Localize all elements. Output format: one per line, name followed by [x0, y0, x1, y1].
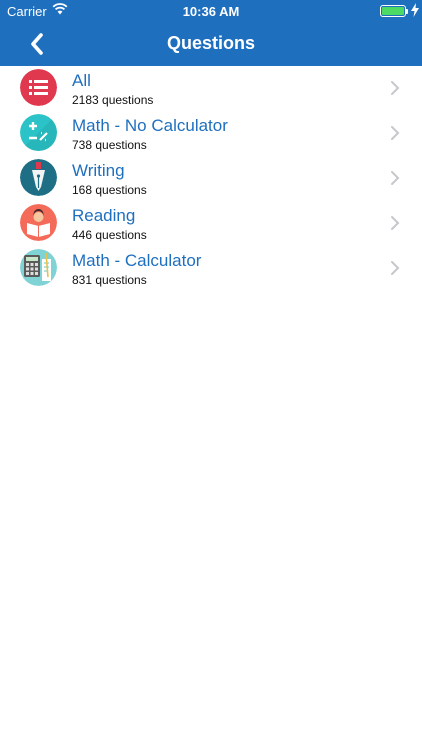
chevron-right-icon [391, 216, 400, 230]
status-bar: Carrier 10:36 AM [0, 0, 422, 22]
item-count: 168 questions [72, 183, 147, 197]
list-item-reading[interactable]: Reading 446 questions [0, 201, 422, 246]
list-item-math-calculator[interactable]: Math - Calculator 831 questions [0, 246, 422, 291]
list-item-writing[interactable]: Writing 168 questions [0, 156, 422, 201]
list-icon [20, 69, 57, 106]
reader-icon [20, 204, 57, 241]
math-symbols-icon [20, 114, 57, 151]
item-title: Math - No Calculator [72, 116, 228, 135]
item-title: Writing [72, 161, 125, 180]
page-title: Questions [166, 33, 255, 53]
header: Carrier 10:36 AM Questions [0, 0, 422, 66]
navigation-bar: Questions [0, 22, 422, 66]
category-list: All 2183 questions Math - No Calculator … [0, 66, 422, 291]
item-count: 446 questions [72, 228, 147, 242]
item-count: 2183 questions [72, 93, 154, 107]
pen-nib-icon [20, 159, 57, 196]
item-title: All [72, 71, 91, 90]
calculator-icon [20, 249, 57, 286]
item-title: Reading [72, 206, 136, 225]
chevron-right-icon [391, 261, 400, 275]
item-title: Math - Calculator [72, 251, 202, 270]
item-count: 831 questions [72, 273, 147, 287]
item-count: 738 questions [72, 138, 147, 152]
list-item-math-no-calculator[interactable]: Math - No Calculator 738 questions [0, 111, 422, 156]
charging-icon [411, 3, 419, 17]
chevron-right-icon [391, 81, 400, 95]
clock: 10:36 AM [182, 4, 240, 19]
list-item-all[interactable]: All 2183 questions [0, 66, 422, 111]
battery-icon [380, 5, 406, 17]
chevron-right-icon [391, 126, 400, 140]
battery-tip [406, 9, 408, 14]
chevron-right-icon [391, 171, 400, 185]
